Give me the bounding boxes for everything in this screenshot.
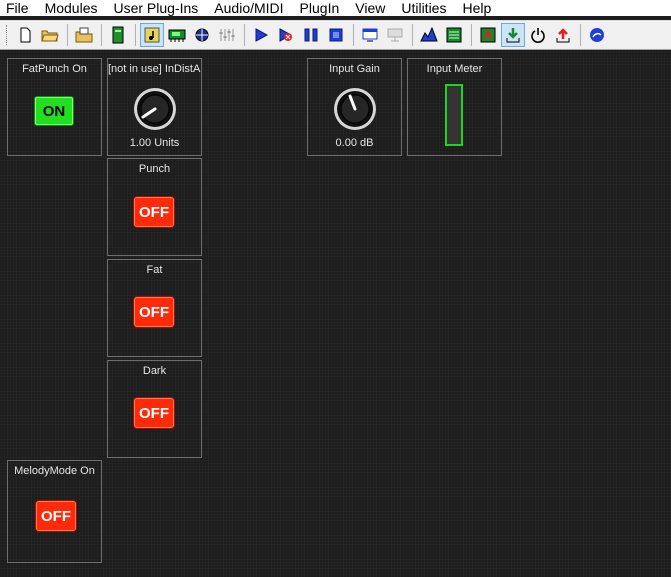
menu-utilities[interactable]: Utilities (393, 0, 454, 16)
power-icon (531, 28, 545, 43)
toolbar-separator (135, 24, 136, 46)
fatpunch-module: FatPunch On ON (7, 58, 102, 156)
fatpunch-toggle-button[interactable]: ON (34, 96, 74, 126)
toolbar-separator (353, 24, 354, 46)
indist-knob[interactable] (132, 86, 178, 132)
open-file-icon (41, 30, 59, 42)
melody-title: MelodyMode On (14, 465, 95, 477)
dark-title: Dark (142, 365, 167, 377)
grid-icon (446, 27, 462, 43)
input-gain-value: 0.00 dB (335, 137, 374, 149)
menu-user-plugins[interactable]: User Plug-Ins (105, 0, 206, 16)
export-icon (387, 28, 403, 42)
toolbar-grip[interactable] (6, 25, 9, 45)
new-file-icon (20, 27, 31, 43)
fat-toggle-button[interactable]: OFF (133, 296, 175, 328)
menu-view[interactable]: View (347, 0, 393, 16)
menu-audio-midi[interactable]: Audio/MIDI (206, 0, 291, 16)
new-file-button[interactable] (13, 23, 37, 47)
indist-module: [not in use] InDistAmt 1.00 Units (107, 58, 202, 156)
punch-title: Punch (138, 163, 171, 175)
menu-modules[interactable]: Modules (37, 0, 106, 16)
dark-module: Dark OFF (107, 360, 202, 458)
punch-toggle-button[interactable]: OFF (133, 196, 175, 228)
module-workspace[interactable]: FatPunch On ON [not in use] InDistAmt 1.… (0, 51, 671, 577)
toolbar-separator (580, 24, 581, 46)
upload-button[interactable] (551, 23, 575, 47)
toolbar-separator (67, 24, 68, 46)
play-button[interactable] (249, 23, 273, 47)
fatpunch-title: FatPunch On (22, 63, 87, 75)
fat-title: Fat (146, 264, 163, 276)
input-meter-title: Input Meter (426, 63, 483, 75)
input-gain-knob[interactable] (332, 86, 378, 132)
mixer-button[interactable] (215, 23, 239, 47)
record-icon (279, 28, 293, 42)
help-icon (590, 28, 604, 42)
open-folder-button[interactable] (72, 23, 96, 47)
melody-toggle-button[interactable]: OFF (35, 500, 77, 532)
input-gain-module: Input Gain 0.00 dB (307, 58, 402, 156)
pause-button[interactable] (299, 23, 323, 47)
menu-file[interactable]: File (0, 0, 37, 16)
menu-plugin[interactable]: PlugIn (292, 0, 348, 16)
window-button[interactable] (358, 23, 382, 47)
export-button[interactable] (383, 23, 407, 47)
grid-button[interactable] (442, 23, 466, 47)
note-button[interactable] (140, 23, 164, 47)
fat-module: Fat OFF (107, 259, 202, 357)
piano-roll-icon (480, 27, 496, 43)
download-button[interactable] (501, 23, 525, 47)
green-module-icon (112, 26, 124, 44)
record-button[interactable] (274, 23, 298, 47)
menu-help[interactable]: Help (454, 0, 499, 16)
toolbar-separator (412, 24, 413, 46)
input-gain-title: Input Gain (329, 63, 380, 75)
graph-icon (420, 27, 438, 42)
play-icon (255, 28, 269, 42)
download-icon (506, 28, 520, 43)
input-meter-module: Input Meter (407, 58, 502, 156)
window-icon (362, 28, 378, 42)
help-button[interactable] (585, 23, 609, 47)
clock-button[interactable] (190, 23, 214, 47)
dark-toggle-button[interactable]: OFF (133, 397, 175, 429)
toolbar-separator (471, 24, 472, 46)
piano-roll-button[interactable] (476, 23, 500, 47)
pause-icon (304, 28, 318, 42)
toolbar-separator (101, 24, 102, 46)
module-button[interactable] (106, 23, 130, 47)
circuit-icon (168, 29, 186, 42)
indist-value: 1.00 Units (129, 137, 180, 149)
indist-title: [not in use] InDistAmt (108, 63, 201, 75)
circuit-button[interactable] (165, 23, 189, 47)
graph-button[interactable] (417, 23, 441, 47)
note-icon (144, 27, 160, 43)
melody-module: MelodyMode On OFF (7, 460, 102, 563)
clock-icon (195, 28, 209, 42)
toolbar-separator (244, 24, 245, 46)
open-folder-icon (75, 27, 93, 43)
stop-button[interactable] (324, 23, 348, 47)
menu-bar: File Modules User Plug-Ins Audio/MIDI Pl… (0, 0, 671, 16)
open-file-button[interactable] (38, 23, 62, 47)
stop-icon (329, 28, 343, 42)
punch-module: Punch OFF (107, 158, 202, 256)
input-meter-bar (445, 84, 463, 146)
mixer-icon (219, 29, 235, 41)
toolbar (0, 20, 671, 50)
upload-icon (556, 28, 570, 43)
power-button[interactable] (526, 23, 550, 47)
